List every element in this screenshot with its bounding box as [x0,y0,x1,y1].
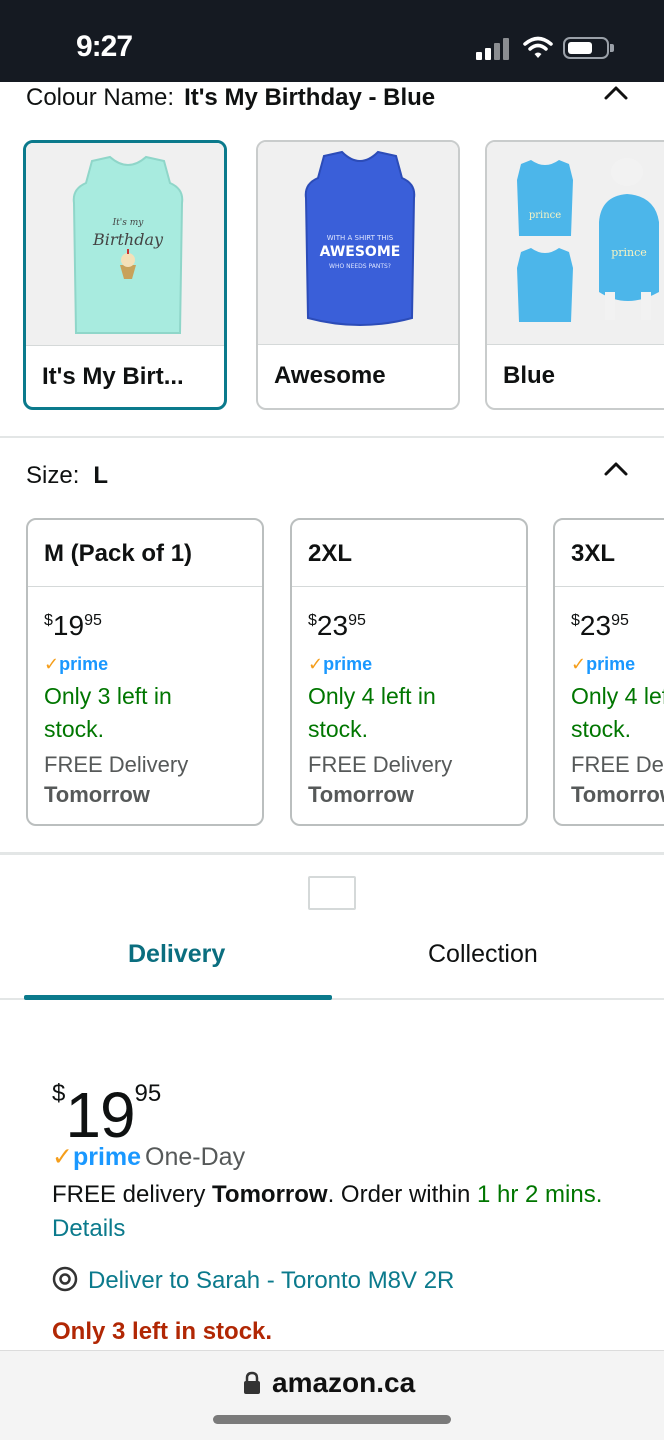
delivery-day: Tomorrow [571,782,664,807]
wifi-icon [523,36,553,60]
delivery-label: FREE Delivery [571,752,664,777]
birthday-big-text: Birthday [92,230,164,249]
collapse-colour-chevron-up-icon[interactable] [603,80,629,106]
size-option-title: 3XL [571,540,616,567]
section-divider [0,852,664,855]
cellular-signal-icon [476,36,516,60]
size-option-title: 2XL [308,540,353,567]
location-pin-icon [52,1266,78,1292]
delivery-day: Tomorrow [44,782,150,807]
browser-url-bar[interactable]: amazon.ca [0,1350,664,1440]
colour-option-birthday[interactable]: It's my Birthday It's My Birt... [23,140,227,410]
awesome-shirt-image: WITH A SHIRT THIS AWESOME WHO NEEDS PANT… [258,142,458,345]
delivery-label: FREE Delivery [308,752,453,777]
size-option-price: $2395 [571,610,629,641]
url-text: amazon.ca [272,1367,416,1398]
delivery-label: FREE Delivery [44,752,189,777]
colour-option-label: Awesome [274,362,386,389]
prime-badge: ✓prime [44,654,109,674]
prince-text-1: prince [529,210,561,221]
colour-option-label: Blue [503,362,556,389]
prime-check-icon: ✓ [308,654,324,674]
birthday-small-text: It's my [112,218,145,228]
awesome-line-2: AWESOME [320,244,401,260]
deliver-to-text: Deliver to Sarah - Toronto M8V 2R [88,1267,455,1294]
offer-price: $1995 [52,1079,162,1151]
placeholder-box [308,876,356,910]
prime-one-day: ✓prime One-Day [52,1142,245,1172]
tab-collection[interactable]: Collection [428,940,538,969]
size-label: Size: [26,462,80,489]
collapse-size-chevron-up-icon[interactable] [603,456,629,482]
size-option-price: $2395 [308,610,366,641]
stock-warning: Only 3 left in stock. [52,1318,273,1345]
status-bar: 9:27 [0,0,664,82]
countdown: 1 hr 2 mins [476,1181,596,1208]
colour-option-blue[interactable]: prince prince Blue [485,140,664,410]
prime-check-icon: ✓ [571,654,587,674]
size-value: L [93,462,109,489]
delivery-message: FREE delivery Tomorrow. Order within 1 h… [52,1181,603,1242]
colour-header: Colour Name: It's My Birthday - Blue [26,84,636,114]
awesome-line-3: WHO NEEDS PANTS? [329,263,391,270]
colour-option-awesome[interactable]: WITH A SHIRT THIS AWESOME WHO NEEDS PANT… [256,140,460,410]
prime-check-icon: ✓ [52,1143,73,1171]
details-link[interactable]: Details [52,1215,125,1242]
stock-status: Only 4 left in stock. [308,683,436,742]
colour-option-label: It's My Birt... [42,363,184,390]
active-tab-indicator [24,995,332,1000]
prime-badge: ✓prime [571,654,636,674]
section-divider [0,436,664,438]
lock-icon [242,1371,262,1395]
size-option-3xl[interactable]: 3XL $2395 ✓prime Only 4 left in stock. F… [553,518,664,826]
birthday-shirt-image: It's my Birthday [26,143,224,346]
prince-text-2: prince [611,246,647,259]
size-option-title: M (Pack of 1) [44,540,193,567]
size-option-2xl[interactable]: 2XL $2395 ✓prime Only 4 left in stock. F… [290,518,528,826]
size-option-price: $1995 [44,610,102,641]
deliver-to-link[interactable]: Deliver to Sarah - Toronto M8V 2R [52,1266,454,1295]
size-header: Size: L [26,462,108,490]
size-option-m[interactable]: M (Pack of 1) $1995 ✓prime Only 3 left i… [26,518,264,826]
status-time: 9:27 [76,30,133,63]
prime-check-icon: ✓ [44,654,60,674]
tab-delivery[interactable]: Delivery [128,940,225,969]
awesome-line-1: WITH A SHIRT THIS [327,234,394,242]
battery-icon [563,37,614,59]
prime-speed: One-Day [145,1143,246,1171]
delivery-day: Tomorrow [308,782,414,807]
prime-badge: ✓prime [308,654,373,674]
colour-value: It's My Birthday - Blue [184,84,436,111]
blue-shirt-image: prince prince [487,142,664,345]
prime-logo: prime [72,1143,142,1171]
colour-label: Colour Name: [26,84,175,111]
stock-status: Only 4 left in stock. [571,683,664,742]
home-indicator[interactable] [213,1415,451,1424]
stock-status: Only 3 left in stock. [44,683,172,742]
